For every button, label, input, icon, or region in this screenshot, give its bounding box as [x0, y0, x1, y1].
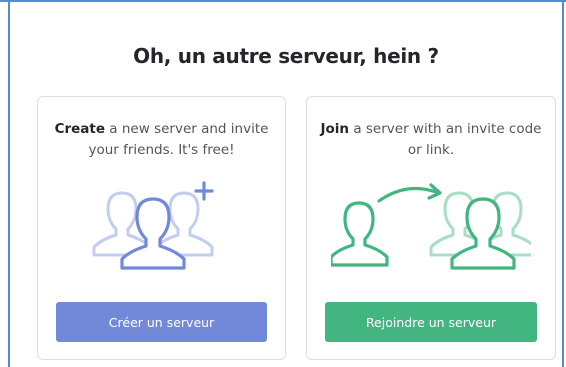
join-description-text: a server with an invite code or link. [349, 121, 542, 158]
join-lead: Join [320, 121, 350, 137]
join-server-button[interactable]: Rejoindre un serveur [325, 302, 537, 342]
window-border-right [562, 0, 564, 367]
window-border-top [0, 0, 566, 2]
create-server-description: Create a new server and invite your frie… [48, 119, 275, 161]
dialog-title: Oh, un autre serveur, hein ? [133, 44, 439, 68]
join-server-people-icon [307, 179, 555, 274]
create-description-text: a new server and invite your friends. It… [88, 121, 269, 158]
join-server-description: Join a server with an invite code or lin… [317, 119, 545, 161]
join-server-card: Join a server with an invite code or lin… [306, 96, 556, 360]
create-server-card: Create a new server and invite your frie… [37, 96, 286, 360]
create-or-join-dialog: Oh, un autre serveur, hein ? Create a ne… [0, 0, 566, 367]
create-server-button[interactable]: Créer un serveur [56, 302, 267, 342]
create-lead: Create [54, 121, 106, 137]
add-server-people-icon [38, 179, 285, 274]
